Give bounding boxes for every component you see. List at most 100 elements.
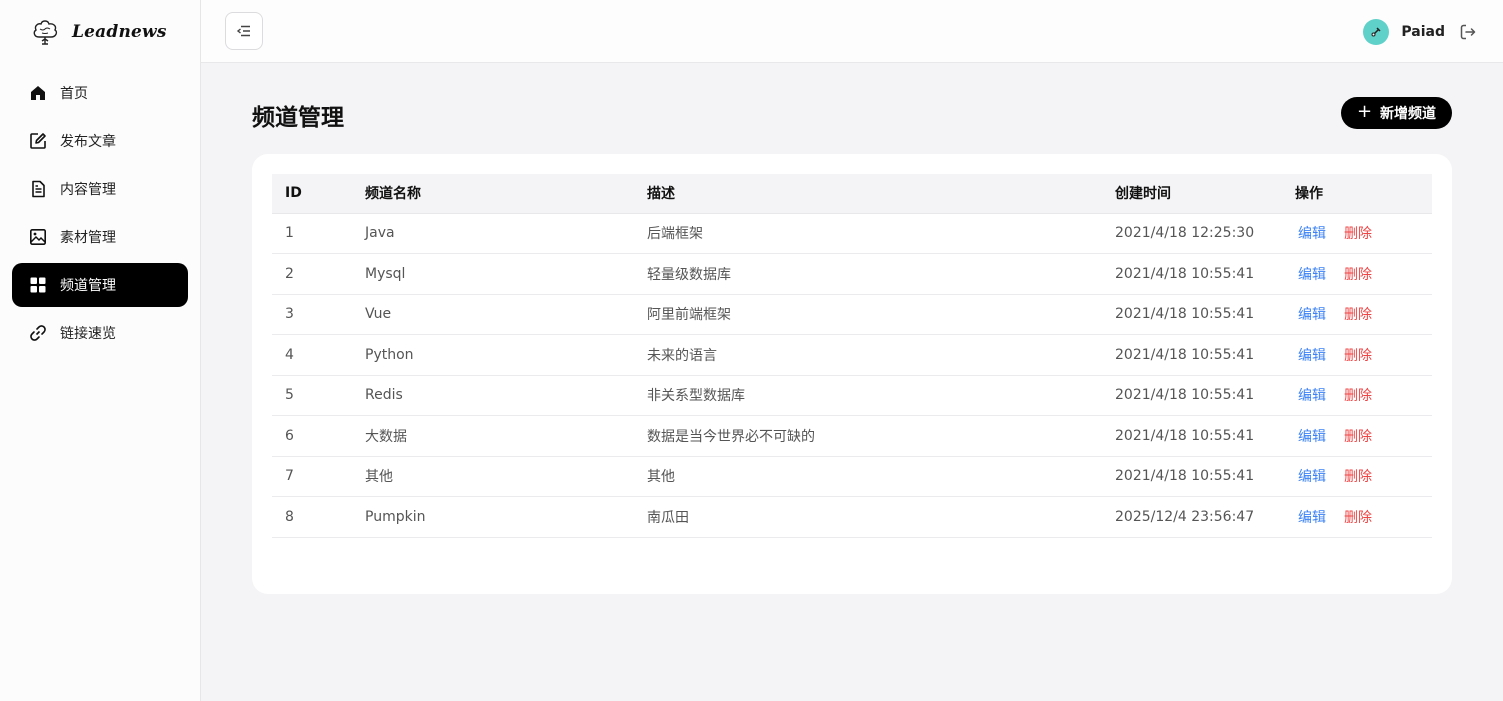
cell-id: 1 — [272, 213, 352, 254]
table-row: 4 Python 未来的语言 2021/4/18 10:55:41 编辑 删除 — [272, 334, 1432, 376]
cell-name: Java — [352, 213, 634, 254]
sidebar-item-material[interactable]: 素材管理 — [12, 215, 188, 259]
grid-icon — [29, 276, 47, 294]
cell-ops: 编辑 删除 — [1282, 334, 1432, 376]
delete-link[interactable]: 删除 — [1344, 267, 1372, 283]
cell-ops: 编辑 删除 — [1282, 253, 1432, 295]
user-menu[interactable]: Paiad — [1363, 18, 1477, 45]
edit-link[interactable]: 编辑 — [1298, 429, 1326, 445]
delete-link[interactable]: 删除 — [1344, 510, 1372, 526]
column-header-time: 创建时间 — [1102, 174, 1282, 214]
cell-time: 2021/4/18 10:55:41 — [1102, 375, 1282, 416]
edit-icon — [29, 132, 47, 150]
cell-time: 2021/4/18 10:55:41 — [1102, 456, 1282, 497]
sidebar-item-channel[interactable]: 频道管理 — [12, 263, 188, 307]
sidebar-item-label: 内容管理 — [60, 182, 116, 198]
cell-ops: 编辑 删除 — [1282, 415, 1432, 457]
table-row: 5 Redis 非关系型数据库 2021/4/18 10:55:41 编辑 删除 — [272, 375, 1432, 416]
cell-desc: 其他 — [634, 456, 1102, 497]
cell-time: 2025/12/4 23:56:47 — [1102, 496, 1282, 538]
top-header: Paiad — [201, 0, 1503, 63]
brand-name: Leadnews — [72, 22, 167, 42]
cell-name: Vue — [352, 294, 634, 335]
image-icon — [29, 228, 47, 246]
add-channel-button[interactable]: + 新增频道 — [1341, 97, 1452, 129]
cell-desc: 轻量级数据库 — [634, 253, 1102, 295]
table-row: 8 Pumpkin 南瓜田 2025/12/4 23:56:47 编辑 删除 — [272, 496, 1432, 538]
avatar[interactable] — [1363, 18, 1390, 45]
table-body: 1 Java 后端框架 2021/4/18 12:25:30 编辑 删除 2 Mysql 轻量级… — [272, 213, 1432, 538]
delete-link[interactable]: 删除 — [1344, 429, 1372, 445]
table-row: 7 其他 其他 2021/4/18 10:55:41 编辑 删除 — [272, 456, 1432, 497]
channel-table-card: ID 频道名称 描述 创建时间 操作 1 Java 后端框架 2021/4/18 12… — [252, 154, 1452, 594]
edit-link[interactable]: 编辑 — [1298, 388, 1326, 404]
sidebar-item-label: 首页 — [60, 86, 88, 102]
home-icon — [29, 84, 47, 102]
table-row: 6 大数据 数据是当今世界必不可缺的 2021/4/18 10:55:41 编辑 删除 — [272, 415, 1432, 457]
cell-time: 2021/4/18 10:55:41 — [1102, 294, 1282, 335]
cell-id: 4 — [272, 334, 352, 376]
table-header-row: ID 频道名称 描述 创建时间 操作 — [272, 174, 1432, 214]
table-row: 3 Vue 阿里前端框架 2021/4/18 10:55:41 编辑 删除 — [272, 294, 1432, 335]
cell-ops: 编辑 删除 — [1282, 456, 1432, 497]
delete-link[interactable]: 删除 — [1344, 469, 1372, 485]
cell-desc: 数据是当今世界必不可缺的 — [634, 415, 1102, 457]
cell-desc: 后端框架 — [634, 213, 1102, 254]
edit-link[interactable]: 编辑 — [1298, 307, 1326, 323]
sidebar-item-content[interactable]: 内容管理 — [12, 167, 188, 211]
sidebar-item-label: 发布文章 — [60, 134, 116, 150]
cell-name: Pumpkin — [352, 496, 634, 538]
brain-tree-logo-icon — [33, 20, 58, 45]
logout-icon[interactable] — [1459, 23, 1477, 41]
cell-desc: 阿里前端框架 — [634, 294, 1102, 335]
sidebar-item-label: 链接速览 — [60, 326, 116, 342]
edit-link[interactable]: 编辑 — [1298, 267, 1326, 283]
menu-fold-icon — [236, 25, 250, 37]
cell-id: 5 — [272, 375, 352, 416]
cell-ops: 编辑 删除 — [1282, 496, 1432, 538]
cell-name: 大数据 — [352, 415, 634, 457]
column-header-desc: 描述 — [634, 174, 1102, 214]
column-header-ops: 操作 — [1282, 174, 1432, 214]
sidebar-toggle-button[interactable] — [225, 12, 263, 50]
document-icon — [29, 180, 47, 198]
cell-name: Python — [352, 334, 634, 376]
delete-link[interactable]: 删除 — [1344, 226, 1372, 242]
sidebar-item-home[interactable]: 首页 — [12, 71, 188, 115]
sidebar-item-label: 素材管理 — [60, 230, 116, 246]
cell-ops: 编辑 删除 — [1282, 375, 1432, 416]
username[interactable]: Paiad — [1401, 24, 1445, 40]
plus-icon: + — [1356, 101, 1373, 122]
cell-name: Redis — [352, 375, 634, 416]
cell-id: 2 — [272, 253, 352, 295]
edit-link[interactable]: 编辑 — [1298, 469, 1326, 485]
delete-link[interactable]: 删除 — [1344, 307, 1372, 323]
table-row: 1 Java 后端框架 2021/4/18 12:25:30 编辑 删除 — [272, 213, 1432, 254]
cell-time: 2021/4/18 12:25:30 — [1102, 213, 1282, 254]
cell-desc: 未来的语言 — [634, 334, 1102, 376]
brand[interactable]: Leadnews — [30, 16, 167, 48]
cell-time: 2021/4/18 10:55:41 — [1102, 415, 1282, 457]
cell-desc: 非关系型数据库 — [634, 375, 1102, 416]
sidebar: Leadnews 首页 发布文章 内容管理 素材管理 频道管理 链接速览 — [0, 0, 201, 701]
cell-desc: 南瓜田 — [634, 496, 1102, 538]
cell-name: Mysql — [352, 253, 634, 295]
page-title: 频道管理 — [252, 105, 344, 131]
sidebar-item-links[interactable]: 链接速览 — [12, 311, 188, 355]
column-header-name: 频道名称 — [352, 174, 634, 214]
cell-ops: 编辑 删除 — [1282, 213, 1432, 254]
link-icon — [29, 324, 47, 342]
cell-name: 其他 — [352, 456, 634, 497]
delete-link[interactable]: 删除 — [1344, 348, 1372, 364]
cell-time: 2021/4/18 10:55:41 — [1102, 253, 1282, 295]
cell-id: 8 — [272, 496, 352, 538]
delete-link[interactable]: 删除 — [1344, 388, 1372, 404]
edit-link[interactable]: 编辑 — [1298, 348, 1326, 364]
cell-id: 6 — [272, 415, 352, 457]
edit-link[interactable]: 编辑 — [1298, 510, 1326, 526]
sidebar-nav: 首页 发布文章 内容管理 素材管理 频道管理 链接速览 — [12, 71, 188, 359]
add-channel-label: 新增频道 — [1380, 106, 1437, 122]
edit-link[interactable]: 编辑 — [1298, 226, 1326, 242]
cell-time: 2021/4/18 10:55:41 — [1102, 334, 1282, 376]
sidebar-item-publish[interactable]: 发布文章 — [12, 119, 188, 163]
